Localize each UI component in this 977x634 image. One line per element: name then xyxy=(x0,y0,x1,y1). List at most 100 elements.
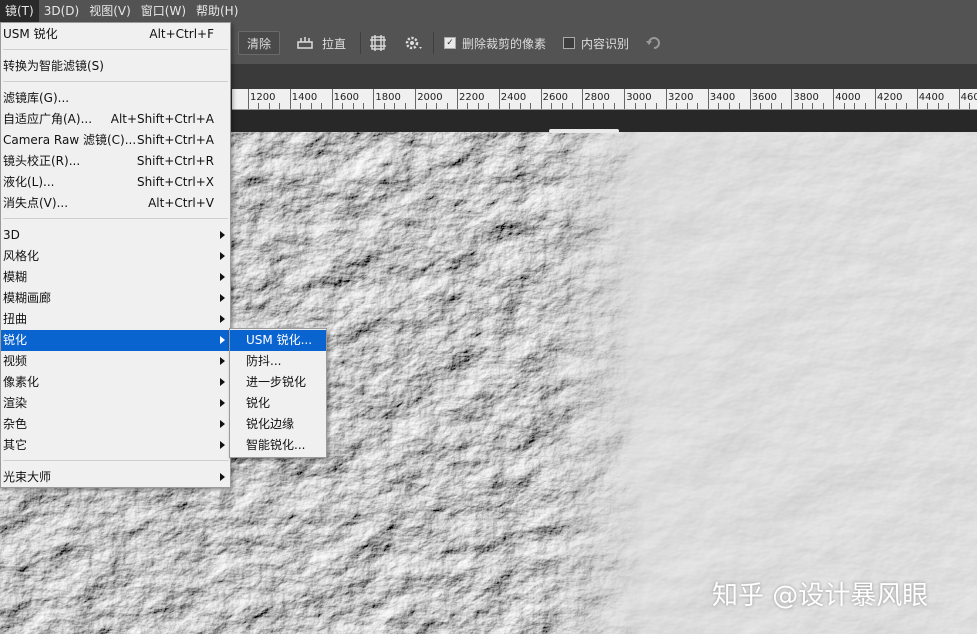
submenu-item-shake-reduction[interactable]: 防抖... xyxy=(230,351,326,372)
clear-button[interactable]: 清除 xyxy=(238,31,281,55)
ruler-tick xyxy=(749,89,751,109)
undo-icon xyxy=(646,37,660,49)
menu-item-label: 模糊画廊 xyxy=(3,291,52,305)
clear-button-wrap: 清除 xyxy=(238,22,281,64)
menu-item-blur[interactable]: 模糊 xyxy=(1,267,230,288)
menu-item-lens-correction[interactable]: 镜头校正(R)... Shift+Ctrl+R xyxy=(1,151,230,172)
ruler-minor-tick xyxy=(603,103,605,109)
ruler-tick-label: 4200 xyxy=(877,92,903,103)
ruler-tick xyxy=(540,89,542,109)
reset-button[interactable] xyxy=(645,22,663,64)
menu-separator xyxy=(3,218,228,219)
submenu-item-unsharp-mask[interactable]: USM 锐化... xyxy=(230,330,326,351)
menu-item-liquify[interactable]: 液化(L)... Shift+Ctrl+X xyxy=(1,172,230,193)
menu-item-sharpen[interactable]: 锐化 xyxy=(1,330,230,351)
submenu-item-label: 智能锐化... xyxy=(246,438,306,452)
ruler-minor-tick xyxy=(895,103,897,109)
ruler-tick-label: 3800 xyxy=(793,92,819,103)
menu-item-last-filter[interactable]: USM 锐化 Alt+Ctrl+F xyxy=(1,24,230,45)
menu-item-adaptive-wide-angle[interactable]: 自适应广角(A)... Alt+Shift+Ctrl+A xyxy=(1,109,230,130)
menu-separator xyxy=(3,81,228,82)
menu-item-other[interactable]: 其它 xyxy=(1,435,230,456)
submenu-arrow-icon xyxy=(220,252,225,260)
menu-3d[interactable]: 3D(D) xyxy=(39,0,84,22)
ruler-tick-label: 2800 xyxy=(584,92,610,103)
menu-filter[interactable]: 镜(T) xyxy=(0,0,39,22)
menu-item-stylize[interactable]: 风格化 xyxy=(1,246,230,267)
ruler-tick-label: 4000 xyxy=(835,92,861,103)
ruler-minor-tick xyxy=(686,103,688,109)
delete-cropped-checkbox[interactable]: ✓ 删除裁剪的像素 xyxy=(444,22,546,64)
menu-item-label: 其它 xyxy=(3,438,28,452)
submenu-arrow-icon xyxy=(220,399,225,407)
ruler-minor-tick xyxy=(927,103,929,109)
ruler-minor-tick xyxy=(697,103,699,109)
ruler-tick xyxy=(582,89,584,109)
menu-view[interactable]: 视图(V) xyxy=(84,0,136,22)
menu-item-camera-raw[interactable]: Camera Raw 滤镜(C)... Shift+Ctrl+A xyxy=(1,130,230,151)
menu-item-vanishing-point[interactable]: 消失点(V)... Alt+Ctrl+V xyxy=(1,193,230,214)
submenu-arrow-icon xyxy=(220,231,225,239)
separator xyxy=(433,32,434,54)
ruler-tick xyxy=(248,89,249,109)
menu-help[interactable]: 帮助(H) xyxy=(191,0,243,22)
ruler-minor-tick xyxy=(718,103,720,109)
menu-separator xyxy=(3,460,228,461)
ruler-tick xyxy=(373,89,375,109)
ruler-tick-label: 3000 xyxy=(626,92,652,103)
canvas-scroll-handle[interactable] xyxy=(549,129,619,133)
gear-icon xyxy=(405,36,422,50)
menu-item-convert-smart-filter[interactable]: 转换为智能滤镜(S) xyxy=(1,56,230,77)
ruler-tick-label: 3600 xyxy=(751,92,778,103)
menu-item-3d[interactable]: 3D xyxy=(1,225,230,246)
menu-item-label: Camera Raw 滤镜(C)... xyxy=(3,133,137,147)
menu-item-label: 模糊 xyxy=(3,270,28,284)
menu-item-light-master[interactable]: 光束大师 xyxy=(1,467,230,488)
separator xyxy=(360,32,361,54)
ruler-minor-tick xyxy=(812,103,814,109)
ruler-minor-tick xyxy=(864,103,866,109)
ruler-tick xyxy=(457,89,458,109)
submenu-item-sharpen-more[interactable]: 进一步锐化 xyxy=(230,372,326,393)
straighten-tool[interactable]: 拉直 xyxy=(296,22,346,64)
menu-item-label: 杂色 xyxy=(3,417,28,431)
ruler-minor-tick xyxy=(352,103,354,109)
menu-item-video[interactable]: 视频 xyxy=(1,351,230,372)
ruler-minor-tick xyxy=(822,103,824,109)
ruler-minor-tick xyxy=(801,103,803,109)
ruler-minor-tick xyxy=(551,103,553,109)
ruler-tick xyxy=(791,89,793,109)
menu-window[interactable]: 窗口(W) xyxy=(136,0,191,22)
menu-item-label: 扭曲 xyxy=(3,312,28,326)
menu-item-label: 视频 xyxy=(3,354,28,368)
content-aware-checkbox[interactable]: 内容识别 xyxy=(563,22,629,64)
settings-button[interactable] xyxy=(403,22,423,64)
submenu-item-sharpen-edges[interactable]: 锐化边缘 xyxy=(230,414,326,435)
grid-overlay-button[interactable] xyxy=(369,22,387,64)
ruler-minor-tick xyxy=(383,103,385,109)
ruler-minor-tick xyxy=(404,103,406,109)
grid-icon xyxy=(370,35,386,51)
content-aware-label: 内容识别 xyxy=(581,36,630,51)
menu-item-distort[interactable]: 扭曲 xyxy=(1,309,230,330)
ruler-minor-tick xyxy=(258,103,260,109)
menu-item-pixelate[interactable]: 像素化 xyxy=(1,372,230,393)
menu-item-render[interactable]: 渲染 xyxy=(1,393,230,414)
menu-item-shortcut: Shift+Ctrl+R xyxy=(136,154,214,168)
menu-item-filter-gallery[interactable]: 滤镜库(G)... xyxy=(1,88,230,109)
submenu-item-smart-sharpen[interactable]: 智能锐化... xyxy=(230,435,326,456)
submenu-item-sharpen[interactable]: 锐化 xyxy=(230,393,326,414)
ruler-minor-tick xyxy=(885,103,887,109)
menu-item-blur-gallery[interactable]: 模糊画廊 xyxy=(1,288,230,309)
ruler-minor-tick xyxy=(561,103,563,109)
straighten-icon xyxy=(297,37,313,49)
ruler-minor-tick xyxy=(530,103,532,109)
menu-item-noise[interactable]: 杂色 xyxy=(1,414,230,435)
ruler-tick xyxy=(833,89,835,109)
menu-item-shortcut: Shift+Ctrl+A xyxy=(137,133,214,147)
ruler-minor-tick xyxy=(613,103,615,109)
straighten-label: 拉直 xyxy=(322,36,347,51)
menu-item-label: 自适应广角(A)... xyxy=(3,112,93,126)
submenu-item-label: 防抖... xyxy=(246,354,282,368)
ruler-tick xyxy=(415,89,417,109)
